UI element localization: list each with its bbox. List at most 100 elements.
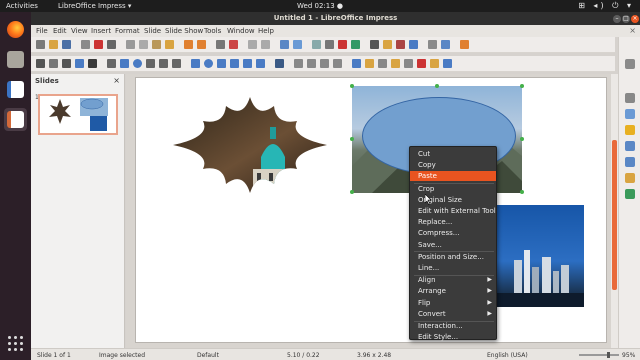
menu-item-line[interactable]: Line... [410, 263, 496, 273]
selection-handle[interactable] [435, 84, 439, 88]
menu-item-crop[interactable]: Crop [410, 184, 496, 194]
menu-insert[interactable]: Insert [91, 27, 111, 35]
zoom-icon[interactable] [49, 59, 58, 68]
menu-item-flip[interactable]: Flip ▶ [410, 298, 496, 308]
menu-slide-show[interactable]: Slide Show [165, 27, 203, 35]
points-icon[interactable] [391, 59, 400, 68]
stars-icon[interactable] [256, 59, 265, 68]
navigator-icon[interactable] [625, 189, 635, 199]
paste-icon[interactable] [152, 40, 161, 49]
callouts-icon[interactable] [243, 59, 252, 68]
insert-image-icon[interactable] [312, 40, 321, 49]
fill-color-icon[interactable] [75, 59, 84, 68]
menu-item-align[interactable]: Align ▶ [410, 275, 496, 285]
undo-icon[interactable] [184, 40, 193, 49]
zoom-slider-knob[interactable] [607, 352, 610, 358]
menu-item-edit-style[interactable]: Edit Style... [410, 332, 496, 342]
block-arrows-icon[interactable] [217, 59, 226, 68]
insert-chart-icon[interactable] [338, 40, 347, 49]
menu-slide[interactable]: Slide [144, 27, 161, 35]
selection-handle[interactable] [520, 137, 524, 141]
menu-item-copy[interactable]: Copy [410, 160, 496, 170]
zoom-slider[interactable] [579, 352, 619, 358]
slide-transition-icon[interactable] [625, 109, 635, 119]
line-color-icon[interactable] [88, 59, 97, 68]
arrange-icon[interactable] [320, 59, 329, 68]
menu-item-convert[interactable]: Convert ▶ [410, 309, 496, 319]
distribute-icon[interactable] [333, 59, 342, 68]
selection-handle[interactable] [520, 190, 524, 194]
grid-icon[interactable] [248, 40, 257, 49]
dock-impress[interactable] [4, 108, 27, 131]
new-icon[interactable] [36, 40, 45, 49]
insert-fontwork-icon[interactable] [383, 40, 392, 49]
helplines-icon[interactable] [261, 40, 270, 49]
symbol-shapes-icon[interactable] [204, 59, 213, 68]
menu-file[interactable]: File [36, 27, 48, 35]
status-layout[interactable]: Default [197, 352, 219, 359]
insert-media-icon[interactable] [351, 40, 360, 49]
clone-formatting-icon[interactable] [165, 40, 174, 49]
copy-icon[interactable] [139, 40, 148, 49]
current-slide-icon[interactable] [441, 40, 450, 49]
interaction-icon[interactable] [430, 59, 439, 68]
slides-pane-close-button[interactable]: × [113, 76, 120, 85]
scrollbar-thumb[interactable] [612, 140, 617, 290]
open-icon[interactable] [49, 40, 58, 49]
dock-files[interactable] [4, 48, 27, 71]
rotate-icon[interactable] [294, 59, 303, 68]
3d-objects-icon[interactable] [275, 59, 284, 68]
export-pdf-icon[interactable] [94, 40, 103, 49]
show-applications-icon[interactable] [8, 336, 23, 351]
lines-arrows-icon[interactable] [146, 59, 155, 68]
sidebar-toggle-icon[interactable] [460, 40, 469, 49]
redo-icon[interactable] [197, 40, 206, 49]
menu-format[interactable]: Format [115, 27, 140, 35]
master-slide-icon[interactable] [293, 40, 302, 49]
menu-help[interactable]: Help [258, 27, 274, 35]
menu-window[interactable]: Window [227, 27, 255, 35]
properties-icon[interactable] [625, 93, 635, 103]
star-image-shape[interactable] [173, 97, 327, 193]
animation-icon[interactable] [443, 59, 452, 68]
insert-hyperlink-icon[interactable] [396, 40, 405, 49]
menu-item-arrange[interactable]: Arrange ▶ [410, 286, 496, 296]
print-icon[interactable] [107, 40, 116, 49]
window-close-button[interactable]: × [631, 15, 639, 23]
toggle-extrusion-icon[interactable] [417, 59, 426, 68]
selection-handle[interactable] [350, 84, 354, 88]
styles-icon[interactable] [625, 157, 635, 167]
selection-handle[interactable] [520, 84, 524, 88]
vertical-scrollbar[interactable] [611, 74, 618, 348]
menu-item-interaction[interactable]: Interaction... [410, 321, 496, 331]
filter-icon[interactable] [378, 59, 387, 68]
slide-thumbnail[interactable] [38, 94, 118, 135]
status-language[interactable]: English (USA) [487, 352, 528, 359]
menu-view[interactable]: View [71, 27, 88, 35]
selection-handle[interactable] [350, 137, 354, 141]
shadow-icon[interactable] [352, 59, 361, 68]
align-icon[interactable] [307, 59, 316, 68]
menu-item-save[interactable]: Save... [410, 240, 496, 250]
selection-handle[interactable] [350, 190, 354, 194]
crop-icon[interactable] [365, 59, 374, 68]
flowchart-icon[interactable] [230, 59, 239, 68]
city-skyline-image[interactable] [494, 205, 584, 307]
glue-points-icon[interactable] [404, 59, 413, 68]
menu-item-edit-with-external-tool[interactable]: Edit with External Tool [410, 206, 496, 216]
menu-tools[interactable]: Tools [204, 27, 221, 35]
menu-item-position-and-size[interactable]: Position and Size... [410, 252, 496, 262]
system-tray[interactable]: ⊞ ◂) ⏻ ▾ [578, 1, 634, 11]
insert-special-char-icon[interactable] [409, 40, 418, 49]
connectors-icon[interactable] [172, 59, 181, 68]
maximize-button[interactable]: □ [622, 15, 630, 23]
text-box-icon[interactable] [62, 59, 71, 68]
window-titlebar[interactable]: Untitled 1 - LibreOffice Impress – □ × [31, 12, 640, 25]
insert-table-icon[interactable] [325, 40, 334, 49]
menu-item-original-size[interactable]: Original Size [410, 195, 496, 205]
status-zoom[interactable]: 95% [622, 352, 635, 359]
menu-item-paste[interactable]: Paste [410, 171, 496, 182]
sidebar-menu-icon[interactable] [625, 59, 635, 69]
menu-edit[interactable]: Edit [53, 27, 67, 35]
animation-sidebar-icon[interactable] [625, 125, 635, 135]
